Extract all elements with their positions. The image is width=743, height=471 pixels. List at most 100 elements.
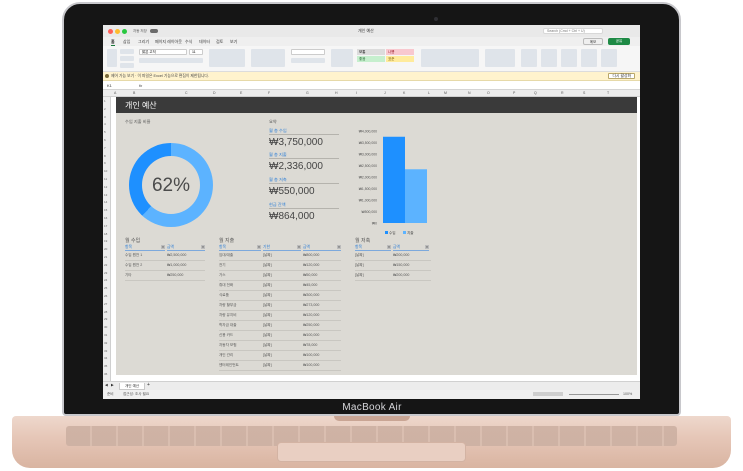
table-cell[interactable]: [날짜]: [355, 253, 364, 258]
sensitivity-button[interactable]: [581, 49, 597, 67]
table-cell[interactable]: [날짜]: [263, 263, 272, 268]
table-cell[interactable]: 개인 관리: [219, 353, 233, 358]
column-header[interactable]: I: [356, 91, 357, 95]
table-cell[interactable]: 차량 유지비: [219, 313, 237, 318]
cells-group[interactable]: [421, 49, 479, 67]
column-header[interactable]: T: [607, 91, 609, 95]
row-header[interactable]: 16: [104, 216, 107, 220]
table-cell[interactable]: ₩100,000: [303, 353, 319, 357]
column-header[interactable]: O: [487, 91, 490, 95]
row-header[interactable]: 9: [104, 161, 106, 165]
row-header[interactable]: 36: [104, 372, 107, 376]
column-header[interactable]: K: [403, 91, 405, 95]
column-header[interactable]: H: [335, 91, 338, 95]
table-cell[interactable]: 자동차 보험: [219, 343, 237, 348]
filter-dropdown-icon[interactable]: ▾: [257, 245, 261, 249]
expense-header-item[interactable]: 항목: [219, 245, 261, 251]
next-sheet-icon[interactable]: ▶: [111, 383, 114, 387]
row-header[interactable]: 4: [104, 122, 106, 126]
table-cell[interactable]: 수입 원천 2: [125, 263, 142, 268]
column-header[interactable]: M: [444, 91, 447, 95]
table-cell[interactable]: [날짜]: [263, 313, 272, 318]
filter-dropdown-icon[interactable]: ▾: [425, 245, 429, 249]
row-header[interactable]: 13: [104, 193, 107, 197]
tab-review[interactable]: 검토: [216, 39, 223, 45]
tab-view[interactable]: 보기: [230, 39, 237, 45]
expense-header-due[interactable]: 기한: [263, 245, 301, 251]
tab-formulas[interactable]: 수식: [185, 39, 192, 45]
table-cell[interactable]: ₩2,500,000: [167, 253, 186, 257]
column-header[interactable]: G: [306, 91, 309, 95]
table-cell[interactable]: ₩200,000: [393, 273, 409, 277]
style-neutral[interactable]: 표준: [386, 56, 414, 62]
savings-header-amount[interactable]: 금액: [393, 245, 429, 251]
font-format-buttons[interactable]: [139, 58, 203, 63]
filter-dropdown-icon[interactable]: ▾: [337, 245, 341, 249]
row-header[interactable]: 5: [104, 130, 106, 134]
table-cell[interactable]: [날짜]: [263, 323, 272, 328]
table-cell[interactable]: ₩50,000: [303, 273, 317, 277]
add-ins-button[interactable]: [601, 49, 617, 67]
accessibility-status[interactable]: 접근성: 조사 필요: [123, 392, 149, 397]
table-cell[interactable]: ₩120,000: [303, 263, 319, 267]
row-header[interactable]: 29: [104, 317, 107, 321]
row-header[interactable]: 14: [104, 200, 107, 204]
table-cell[interactable]: ₩120,000: [303, 313, 319, 317]
table-cell[interactable]: ₩78,000: [303, 343, 317, 347]
table-cell[interactable]: [날짜]: [263, 253, 272, 258]
comment-button[interactable]: 메모: [583, 38, 603, 45]
table-cell[interactable]: 식료품: [219, 293, 229, 298]
row-header[interactable]: 22: [104, 263, 107, 267]
table-cell[interactable]: [날짜]: [263, 363, 272, 368]
tab-draw[interactable]: 그리기: [138, 39, 149, 45]
style-good[interactable]: 좋음: [357, 56, 385, 62]
prev-sheet-icon[interactable]: ◀: [105, 383, 108, 387]
tab-insert[interactable]: 삽입: [123, 39, 130, 45]
table-cell[interactable]: ₩1,000,000: [167, 263, 186, 267]
share-button[interactable]: 공유: [608, 38, 630, 45]
wrap-merge-group[interactable]: [251, 49, 285, 67]
table-cell[interactable]: [날짜]: [263, 333, 272, 338]
table-cell[interactable]: 기타: [125, 273, 132, 278]
column-header[interactable]: Q: [534, 91, 537, 95]
row-header[interactable]: 33: [104, 349, 107, 353]
column-header[interactable]: P: [513, 91, 515, 95]
row-header[interactable]: 24: [104, 278, 107, 282]
expense-header-amount[interactable]: 금액: [303, 245, 341, 251]
sort-filter-button[interactable]: [521, 49, 537, 67]
table-cell[interactable]: ₩200,000: [393, 253, 409, 257]
formula-input[interactable]: [151, 82, 631, 89]
copy-button[interactable]: [120, 56, 134, 61]
zoom-level[interactable]: 100%: [623, 392, 632, 396]
table-cell[interactable]: [날짜]: [263, 303, 272, 308]
format-painter-button[interactable]: [120, 63, 134, 68]
search-input[interactable]: Search (Cmd + Ctrl + U): [543, 28, 603, 34]
table-cell[interactable]: 엔터테인먼트: [219, 363, 239, 368]
income-header-item[interactable]: 항목: [125, 245, 165, 251]
table-cell[interactable]: [날짜]: [355, 263, 364, 268]
worksheet[interactable]: 개인 예산 수입 지출 비율 62% 요약 월 총 수입 ₩3,750,000 …: [111, 97, 640, 381]
table-cell[interactable]: ₩300,000: [303, 293, 319, 297]
find-select-button[interactable]: [541, 49, 557, 67]
table-cell[interactable]: ₩273,000: [303, 303, 319, 307]
income-header-amount[interactable]: 금액: [167, 245, 205, 251]
table-cell[interactable]: ₩100,000: [303, 333, 319, 337]
autosave-toggle[interactable]: [150, 29, 158, 33]
number-format-select[interactable]: [291, 49, 325, 55]
column-header[interactable]: E: [240, 91, 242, 95]
row-header[interactable]: 30: [104, 325, 107, 329]
table-cell[interactable]: 휴대 전화: [219, 283, 233, 288]
enable-editing-button[interactable]: 다시 활성화: [608, 73, 635, 79]
table-cell[interactable]: 수입 원천 1: [125, 253, 142, 258]
close-icon[interactable]: [108, 29, 113, 34]
row-header[interactable]: 3: [104, 115, 106, 119]
row-header[interactable]: 7: [104, 146, 106, 150]
tab-page-layout[interactable]: 페이지 레이아웃: [155, 39, 182, 45]
row-header[interactable]: 26: [104, 294, 107, 298]
row-header[interactable]: 32: [104, 341, 107, 345]
row-header[interactable]: 11: [104, 177, 107, 181]
font-size-select[interactable]: 11: [189, 49, 203, 55]
row-header[interactable]: 19: [104, 239, 107, 243]
alignment-group[interactable]: [209, 49, 245, 67]
table-cell[interactable]: 학자금 대출: [219, 323, 237, 328]
